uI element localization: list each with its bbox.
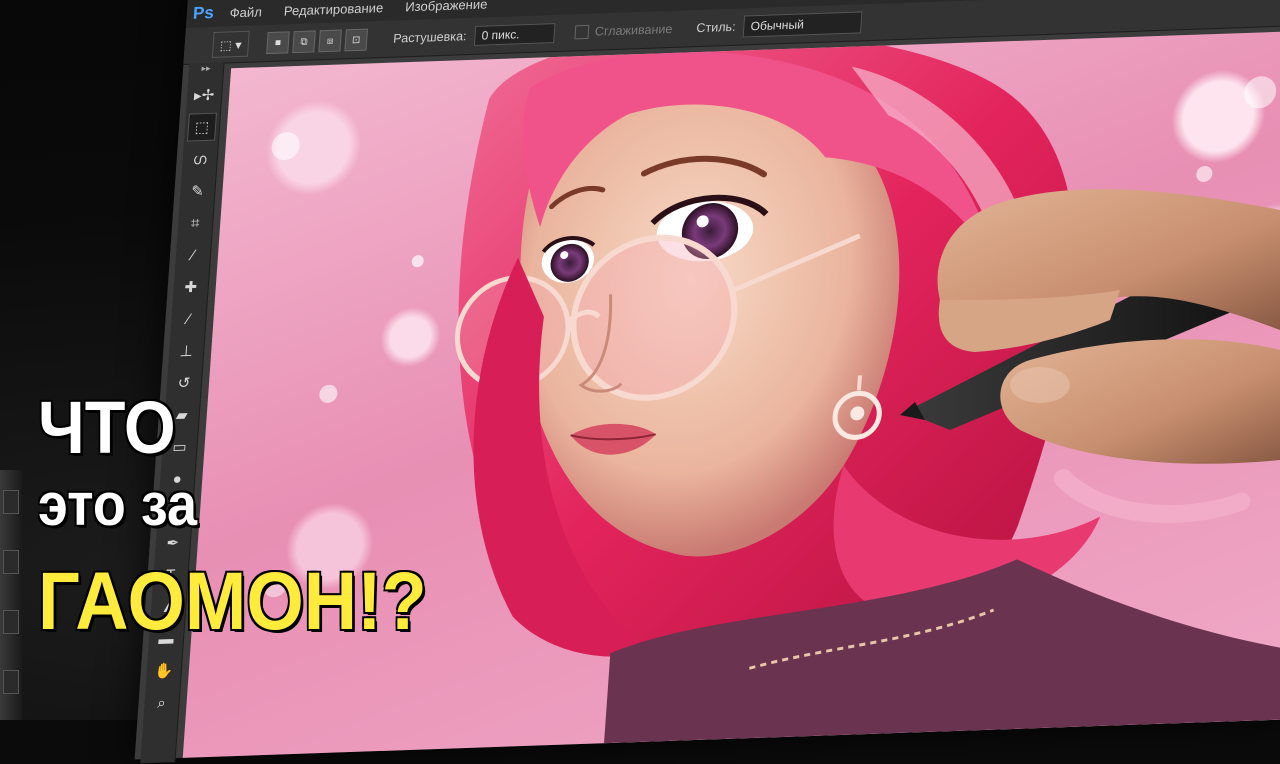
overlay-title-line1: ЧТО [38,386,176,469]
overlay-title-line3: ГАОМОН!? [38,556,427,647]
overlay-title-line2: это за [38,471,198,538]
